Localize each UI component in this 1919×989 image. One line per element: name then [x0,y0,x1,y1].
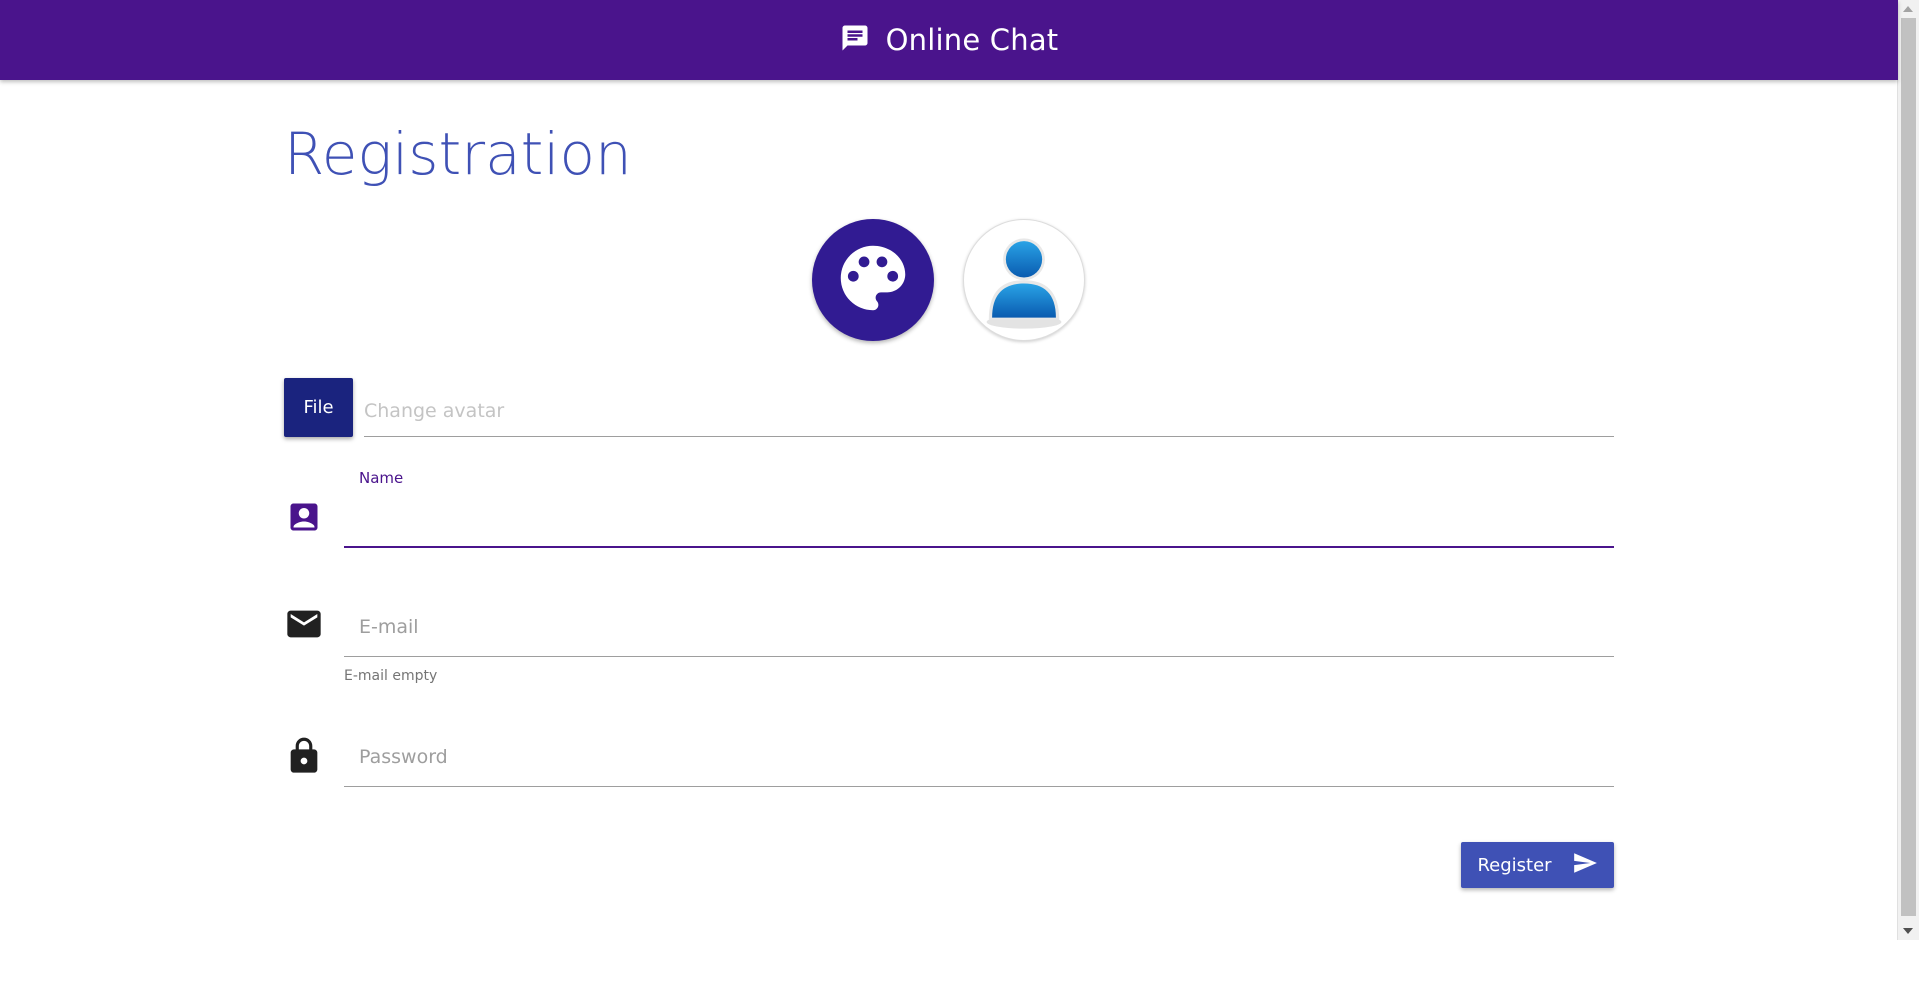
user-avatar-icon [969,223,1079,337]
app-bar: Online Chat [0,0,1898,80]
registration-page: Online Chat Registration File Change ava… [0,0,1919,989]
password-input[interactable] [344,728,1614,787]
change-avatar-input[interactable] [364,386,1614,437]
chat-icon [840,23,870,57]
register-button-label: Register [1477,854,1552,876]
app-title-group: Online Chat [840,23,1059,57]
name-input[interactable] [344,494,1614,548]
page-title: Registration [284,120,632,188]
contact-card-icon [284,497,324,537]
name-field-label: Name [359,469,404,487]
lock-icon [284,736,324,776]
register-button[interactable]: Register [1461,842,1614,888]
avatar-preview [963,219,1085,341]
palette-icon [830,235,916,325]
avatar-color-picker[interactable] [812,219,934,341]
scrollbar-thumb[interactable] [1901,18,1916,916]
file-button[interactable]: File [284,378,353,437]
send-icon [1572,850,1598,881]
scroll-down-arrow-icon[interactable] [1903,928,1913,934]
app-title: Online Chat [885,23,1059,57]
vertical-scrollbar[interactable] [1897,0,1919,940]
mail-icon [284,604,324,644]
scroll-up-arrow-icon[interactable] [1903,6,1913,12]
email-helper-text: E-mail empty [344,668,438,684]
email-input[interactable] [344,598,1614,657]
